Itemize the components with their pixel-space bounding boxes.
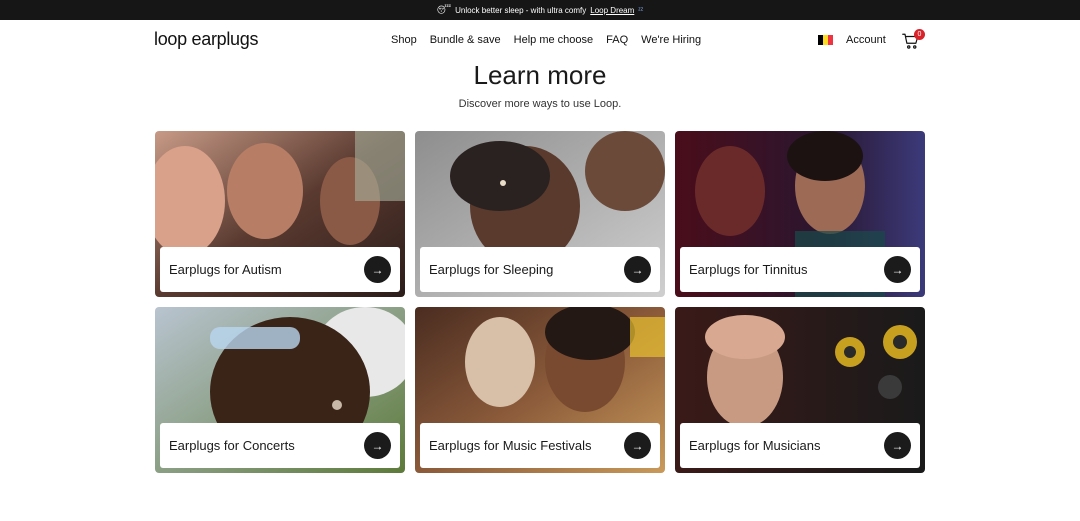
nav-item-faq[interactable]: FAQ xyxy=(606,34,628,46)
cart-count-badge: 0 xyxy=(914,29,925,40)
arrow-right-icon[interactable]: → xyxy=(884,432,911,459)
card-music-festivals[interactable]: Earplugs for Music Festivals → xyxy=(415,307,665,473)
belgium-flag-icon[interactable] xyxy=(818,35,833,45)
card-label: Earplugs for Concerts xyxy=(169,438,295,453)
nav-item-shop[interactable]: Shop xyxy=(391,34,417,46)
nav-item-help-me-choose[interactable]: Help me choose xyxy=(514,34,594,46)
card-autism[interactable]: Earplugs for Autism → xyxy=(155,131,405,297)
sleep-emoji-icon: 😴 xyxy=(436,4,452,15)
nav-menu: Shop Bundle & save Help me choose FAQ We… xyxy=(391,34,701,46)
use-case-grid: Earplugs for Autism → Earplugs for Sleep… xyxy=(155,131,925,473)
loop-dream-link[interactable]: Loop Dream xyxy=(590,6,634,15)
arrow-right-icon[interactable]: → xyxy=(884,256,911,283)
card-label-box: Earplugs for Concerts → xyxy=(160,423,400,468)
arrow-right-icon[interactable]: → xyxy=(364,256,391,283)
arrow-right-icon[interactable]: → xyxy=(624,256,651,283)
nav-item-bundle-save[interactable]: Bundle & save xyxy=(430,34,501,46)
main-nav: loop earplugs Shop Bundle & save Help me… xyxy=(0,20,1080,64)
page-title: Learn more xyxy=(473,60,607,90)
card-label-box: Earplugs for Music Festivals → xyxy=(420,423,660,468)
card-label-box: Earplugs for Autism → xyxy=(160,247,400,292)
card-tinnitus[interactable]: Earplugs for Tinnitus → xyxy=(675,131,925,297)
zz-icon: ᶻᶻ xyxy=(638,6,644,14)
card-label-box: Earplugs for Sleeping → xyxy=(420,247,660,292)
announcement-text: Unlock better sleep - with ultra comfy xyxy=(455,5,587,15)
card-label: Earplugs for Autism xyxy=(169,262,282,277)
card-label-box: Earplugs for Musicians → xyxy=(680,423,920,468)
card-label: Earplugs for Sleeping xyxy=(429,262,554,277)
arrow-right-icon[interactable]: → xyxy=(624,432,651,459)
card-musicians[interactable]: Earplugs for Musicians → xyxy=(675,307,925,473)
nav-item-hiring[interactable]: We're Hiring xyxy=(641,34,701,46)
logo[interactable]: loop earplugs xyxy=(154,29,258,50)
card-label-box: Earplugs for Tinnitus → xyxy=(680,247,920,292)
card-label: Earplugs for Music Festivals xyxy=(429,438,592,453)
arrow-right-icon[interactable]: → xyxy=(364,432,391,459)
card-concerts[interactable]: Earplugs for Concerts → xyxy=(155,307,405,473)
card-label: Earplugs for Musicians xyxy=(689,438,821,453)
account-link[interactable]: Account xyxy=(846,34,886,46)
card-sleeping[interactable]: Earplugs for Sleeping → xyxy=(415,131,665,297)
page-subtitle: Discover more ways to use Loop. xyxy=(458,98,622,110)
announcement-bar: 😴 Unlock better sleep - with ultra comfy… xyxy=(0,0,1080,20)
card-label: Earplugs for Tinnitus xyxy=(689,262,808,277)
